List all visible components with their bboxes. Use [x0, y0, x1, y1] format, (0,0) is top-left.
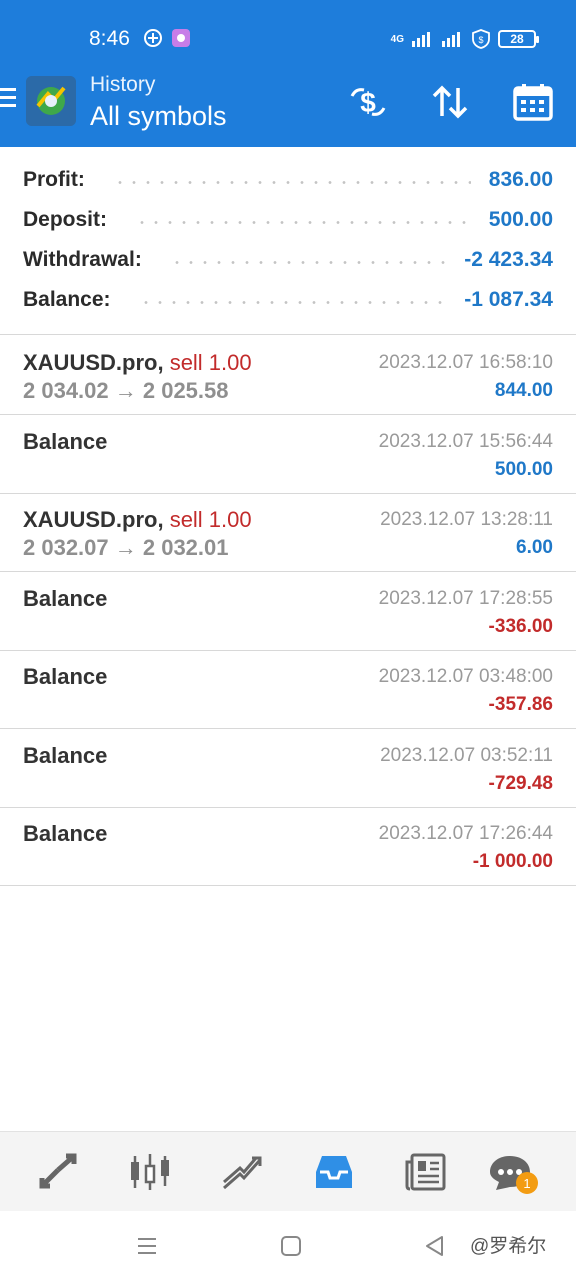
- toolbar: History All symbols $: [0, 64, 576, 147]
- system-navigation: @罗希尔: [0, 1211, 576, 1280]
- summary-row-profit: Profit: 836.00: [23, 165, 553, 195]
- history-summary: Profit: 836.00 Deposit: 500.00 Withdrawa…: [0, 147, 576, 335]
- leader-dots: [112, 180, 471, 184]
- leader-dots: [135, 220, 471, 224]
- quotes-icon[interactable]: [36, 1150, 80, 1194]
- status-time: 8:46: [89, 27, 130, 50]
- summary-value: -1 087.34: [464, 288, 553, 311]
- deal-profit: 500.00: [494, 459, 553, 480]
- status-bar: 8:46 4G $ 28: [0, 0, 576, 64]
- deal-row[interactable]: Balance 2023.12.07 15:56:44 500.00: [0, 415, 576, 494]
- signal-icon-2: [442, 32, 460, 47]
- battery-indicator: 28: [498, 30, 539, 48]
- summary-row-balance: Balance: -1 087.34: [23, 285, 553, 315]
- summary-label: Withdrawal:: [23, 248, 142, 271]
- svg-text:$: $: [478, 35, 483, 45]
- trade-icon[interactable]: [220, 1150, 264, 1194]
- deal-row[interactable]: XAUUSD.pro, sell 1.00 2 034.02 → 2 025.5…: [0, 336, 576, 415]
- menu-icon[interactable]: [0, 88, 18, 114]
- deal-profit: 6.00: [516, 537, 553, 558]
- deal-time: 2023.12.07 15:56:44: [378, 431, 553, 452]
- recent-apps-icon[interactable]: [132, 1231, 162, 1261]
- deal-profit: -729.48: [488, 773, 553, 794]
- summary-row-deposit: Deposit: 500.00: [23, 205, 553, 235]
- leader-dots: [169, 260, 447, 264]
- deal-symbol: Balance: [23, 429, 108, 454]
- news-icon[interactable]: [404, 1150, 448, 1194]
- deal-symbol: Balance: [23, 586, 108, 611]
- deal-symbol: XAUUSD.pro, sell 1.00: [23, 507, 252, 533]
- deal-symbol-name: XAUUSD.pro,: [23, 350, 164, 375]
- summary-value: -2 423.34: [464, 248, 553, 271]
- chart-icon[interactable]: [128, 1150, 172, 1194]
- deal-time: 2023.12.07 13:28:11: [380, 509, 553, 530]
- status-indicators: 4G $ 28: [390, 28, 539, 50]
- deal-symbol: Balance: [23, 743, 108, 768]
- signal-icon: [412, 32, 430, 47]
- chat-icon[interactable]: 1: [488, 1150, 538, 1194]
- chat-badge: 1: [516, 1172, 538, 1194]
- summary-label: Profit:: [23, 168, 85, 191]
- deal-type: sell 1.00: [169, 507, 252, 532]
- shield-icon: $: [472, 29, 490, 49]
- summary-label: Deposit:: [23, 208, 107, 231]
- deal-prices: 2 034.02 → 2 025.58: [23, 378, 229, 403]
- home-icon[interactable]: [276, 1231, 306, 1261]
- watermark: @罗希尔: [470, 1236, 547, 1257]
- deal-symbol: Balance: [23, 821, 108, 846]
- deal-profit: -1 000.00: [472, 851, 553, 872]
- deal-time: 2023.12.07 03:48:00: [378, 666, 553, 687]
- symbol-filter[interactable]: All symbols: [90, 101, 227, 132]
- sort-icon[interactable]: [428, 80, 472, 124]
- deal-row[interactable]: Balance 2023.12.07 17:26:44 -1 000.00: [0, 807, 576, 886]
- deal-type: sell 1.00: [169, 350, 252, 375]
- summary-label: Balance:: [23, 288, 111, 311]
- app-logo: [26, 76, 76, 126]
- summary-value: 500.00: [488, 208, 553, 231]
- deal-profit: -336.00: [488, 616, 553, 637]
- deal-time: 2023.12.07 17:28:55: [378, 588, 553, 609]
- screen-title: History: [90, 73, 156, 96]
- deal-prices: 2 032.07 → 2 032.01: [23, 535, 229, 560]
- deal-row[interactable]: Balance 2023.12.07 17:28:55 -336.00: [0, 572, 576, 651]
- network-label: 4G: [390, 33, 404, 45]
- app-notification-icon: [172, 29, 190, 47]
- location-icon: [144, 29, 162, 47]
- deal-time: 2023.12.07 17:26:44: [378, 823, 553, 844]
- history-icon[interactable]: [312, 1150, 356, 1194]
- deal-symbol: XAUUSD.pro, sell 1.00: [23, 350, 252, 376]
- back-icon[interactable]: [420, 1231, 450, 1261]
- deal-symbol-name: XAUUSD.pro,: [23, 507, 164, 532]
- currency-exchange-icon[interactable]: $: [346, 80, 390, 124]
- deal-time: 2023.12.07 16:58:10: [378, 352, 553, 373]
- leader-dots: [138, 300, 447, 304]
- deal-row[interactable]: Balance 2023.12.07 03:48:00 -357.86: [0, 650, 576, 729]
- deal-row[interactable]: Balance 2023.12.07 03:52:11 -729.48: [0, 729, 576, 808]
- app-header: 8:46 4G $ 28 History All symbols $: [0, 0, 576, 147]
- deal-row[interactable]: XAUUSD.pro, sell 1.00 2 032.07 → 2 032.0…: [0, 493, 576, 572]
- deal-time: 2023.12.07 03:52:11: [380, 745, 553, 766]
- deal-profit: 844.00: [494, 380, 553, 401]
- summary-row-withdrawal: Withdrawal: -2 423.34: [23, 245, 553, 275]
- deal-profit: -357.86: [488, 694, 553, 715]
- summary-value: 836.00: [488, 168, 553, 191]
- deal-symbol: Balance: [23, 664, 108, 689]
- calendar-icon[interactable]: [511, 80, 555, 124]
- bottom-navigation: 1: [0, 1131, 576, 1211]
